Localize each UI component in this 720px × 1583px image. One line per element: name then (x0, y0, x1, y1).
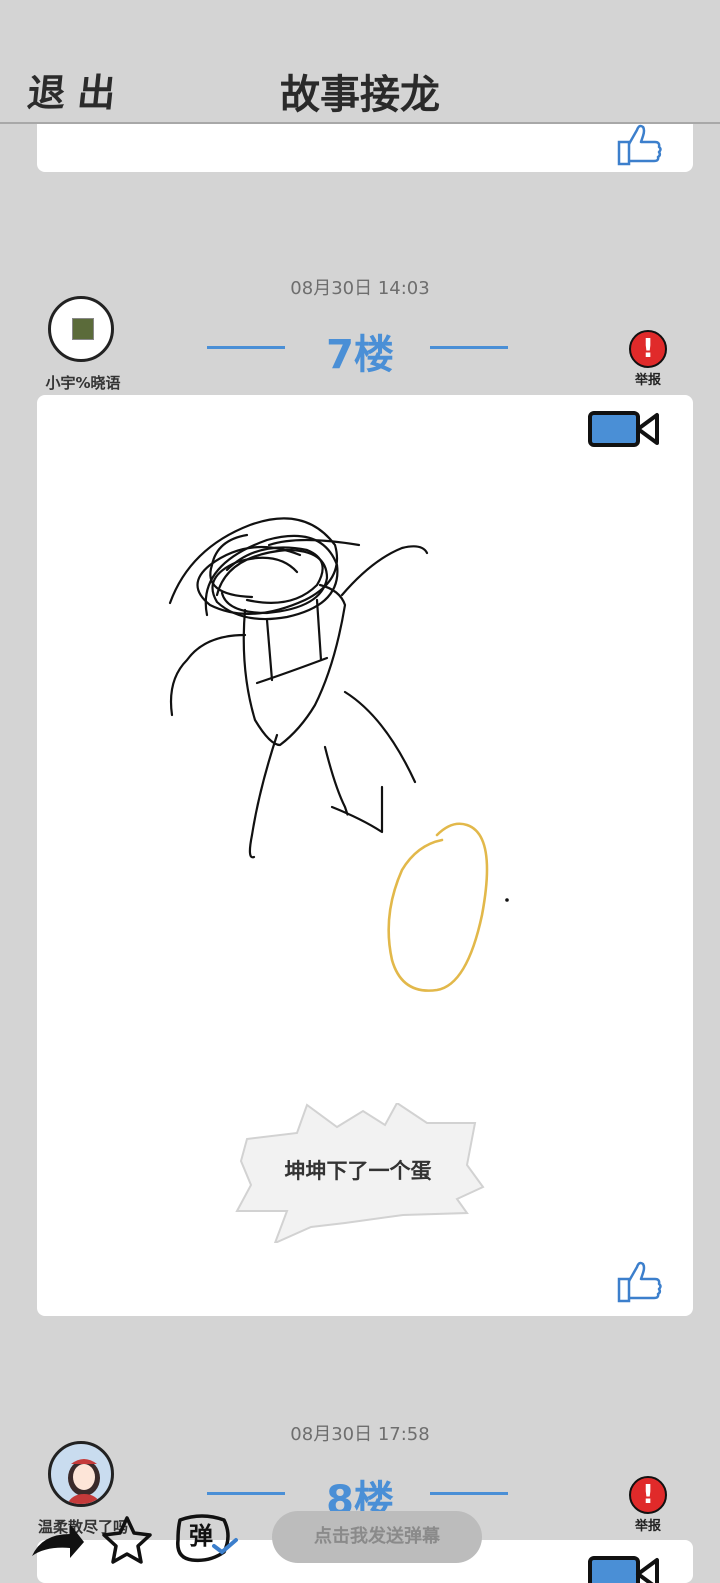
thumbs-up-icon[interactable] (613, 1257, 663, 1305)
floor-divider-right (430, 346, 508, 349)
post-timestamp: 08月30日 17:58 (290, 1424, 430, 1445)
post-timestamp: 08月30日 14:03 (290, 278, 430, 299)
floor-divider-right (430, 1492, 508, 1495)
caption-text: 坤坤下了一个蛋 (284, 1159, 432, 1183)
report-button[interactable]: ! 举报 (628, 330, 668, 388)
thumbs-up-icon[interactable] (613, 120, 663, 168)
star-icon[interactable] (102, 1516, 152, 1564)
report-label: 举报 (634, 373, 661, 388)
danmaku-icon-label: 弹 (189, 1522, 213, 1550)
send-danmaku-button[interactable]: 点击我发送弹幕 (272, 1511, 482, 1563)
page-title: 故事接龙 (280, 72, 440, 118)
alert-icon: ! (629, 1476, 667, 1514)
alert-icon: ! (629, 330, 667, 368)
app-header: 退出 故事接龙 (0, 0, 720, 124)
share-icon[interactable] (32, 1524, 84, 1558)
floor-number: 7楼 (326, 332, 394, 378)
